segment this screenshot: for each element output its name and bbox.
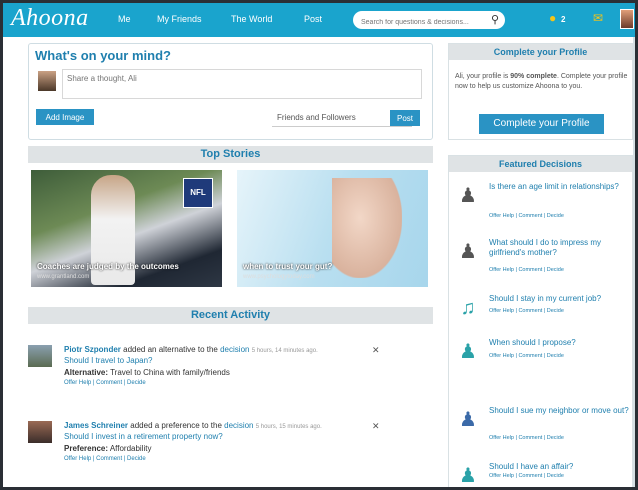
activity-time: 5 hours, 15 minutes ago. <box>255 424 322 430</box>
messages-icon[interactable]: ✉ <box>593 11 603 25</box>
nav-the-world[interactable]: The World <box>231 14 272 24</box>
decision-links[interactable]: Offer Help | Comment | Decide <box>489 267 564 273</box>
notification-count: 2 <box>561 15 566 24</box>
decision-question[interactable]: Should I sue my neighbor or move out? <box>489 406 629 416</box>
activity-target-link[interactable]: decision <box>220 345 249 354</box>
featured-decision[interactable]: ♫ Should I stay in my current job? Offer… <box>457 294 632 324</box>
activity-action: added a preference to the <box>130 421 222 430</box>
recent-activity-header: Recent Activity <box>28 307 433 324</box>
people-icon: ♟ <box>459 185 477 207</box>
audience-value: Friends and Followers <box>277 113 356 122</box>
nav-my-friends[interactable]: My Friends <box>157 14 202 24</box>
activity-user[interactable]: James Schreiner <box>64 421 128 430</box>
activity-value: Affordability <box>109 444 152 453</box>
profile-text-prefix: Ali, your profile is <box>455 73 511 80</box>
complete-profile-button[interactable]: Complete your Profile <box>479 114 604 134</box>
activity-item: Piotr Szponder added an alternative to t… <box>28 345 433 395</box>
post-button[interactable]: Post <box>390 110 420 126</box>
add-image-button[interactable]: Add Image <box>36 109 94 125</box>
featured-decisions-panel: Featured Decisions ♟ Is there an age lim… <box>448 155 633 487</box>
featured-decision[interactable]: ♟ Should I have an affair? Offer Help | … <box>457 462 632 487</box>
activity-question[interactable]: Should I invest in a retirement property… <box>64 432 223 441</box>
user-avatar[interactable] <box>620 9 634 29</box>
my-avatar <box>38 71 56 91</box>
story-source: www.grantland.com <box>37 274 90 280</box>
activity-label: Preference: <box>64 444 109 453</box>
woman-face <box>332 178 402 278</box>
decision-links[interactable]: Offer Help | Comment | Decide <box>489 213 564 219</box>
featured-panel-title: Featured Decisions <box>449 156 632 172</box>
decision-links[interactable]: Offer Help | Comment | Decide <box>489 308 564 314</box>
top-stories-header: Top Stories <box>28 146 433 163</box>
story-card[interactable]: NFL Coaches are judged by the outcomes w… <box>31 170 222 287</box>
user-avatar[interactable] <box>28 421 52 443</box>
profile-panel-title: Complete your Profile <box>449 44 632 60</box>
activity-item: James Schreiner added a preference to th… <box>28 421 433 471</box>
nfl-logo: NFL <box>183 178 213 208</box>
story-caption: when to trust your gut? <box>243 262 333 271</box>
decision-question[interactable]: Should I stay in my current job? <box>489 294 629 304</box>
activity-target-link[interactable]: decision <box>224 421 253 430</box>
search-box: ⚲ <box>353 11 505 32</box>
activity-links[interactable]: Offer Help | Comment | Decide <box>64 380 146 386</box>
scrollbar[interactable] <box>633 37 635 487</box>
activity-question[interactable]: Should I travel to Japan? <box>64 356 153 365</box>
decision-links[interactable]: Offer Help | Comment | Decide <box>489 473 564 479</box>
person-icon: ♟ <box>459 409 477 431</box>
activity-value: Travel to China with family/friends <box>110 368 230 377</box>
featured-decision[interactable]: ♟ Should I sue my neighbor or move out? … <box>457 406 632 446</box>
search-icon[interactable]: ⚲ <box>491 13 499 26</box>
activity-action: added an alternative to the <box>123 345 218 354</box>
story-source: www.psychologytoday.com <box>243 274 315 280</box>
featured-decision[interactable]: ♟ When should I propose? Offer Help | Co… <box>457 338 632 378</box>
people-icon: ♟ <box>459 241 477 263</box>
handshake-icon: ♫ <box>460 297 476 319</box>
composer-title: What's on your mind? <box>35 48 171 63</box>
user-avatar[interactable] <box>28 345 52 367</box>
thought-input[interactable] <box>62 69 422 99</box>
close-icon[interactable]: ✕ <box>372 421 380 432</box>
nav-me[interactable]: Me <box>118 14 131 24</box>
decision-links[interactable]: Offer Help | Comment | Decide <box>489 435 564 441</box>
nav-post[interactable]: Post <box>304 14 322 24</box>
profile-text: Ali, your profile is 90% complete. Compl… <box>455 72 631 92</box>
decision-question[interactable]: What should I do to impress my girlfrien… <box>489 238 629 258</box>
couple-icon: ♟ <box>459 341 477 363</box>
logo[interactable]: Ahoona <box>11 5 89 32</box>
activity-time: 5 hours, 14 minutes ago. <box>251 348 318 354</box>
app-window: Ahoona Me My Friends The World Post ⚲ ● … <box>0 0 638 490</box>
activity-label: Alternative: <box>64 368 109 377</box>
decision-links[interactable]: Offer Help | Comment | Decide <box>489 353 564 359</box>
search-input[interactable] <box>353 13 483 32</box>
story-card[interactable]: when to trust your gut? www.psychologyto… <box>237 170 428 287</box>
complete-profile-panel: Complete your Profile Ali, your profile … <box>448 43 633 140</box>
top-navbar: Ahoona Me My Friends The World Post ⚲ ● … <box>3 3 635 37</box>
profile-percent: 90% complete <box>510 73 557 80</box>
decision-question[interactable]: When should I propose? <box>489 338 629 348</box>
decision-question[interactable]: Should I have an affair? <box>489 462 629 472</box>
story-caption: Coaches are judged by the outcomes <box>37 262 179 271</box>
activity-user[interactable]: Piotr Szponder <box>64 345 121 354</box>
person-icon: ♟ <box>459 465 477 487</box>
close-icon[interactable]: ✕ <box>372 345 380 356</box>
featured-decision[interactable]: ♟ Is there an age limit in relationships… <box>457 182 632 222</box>
activity-links[interactable]: Offer Help | Comment | Decide <box>64 456 146 462</box>
friend-requests-icon[interactable]: ● <box>549 11 556 25</box>
status-composer: What's on your mind? Add Image Friends a… <box>28 43 433 140</box>
featured-decision[interactable]: ♟ What should I do to impress my girlfri… <box>457 238 632 278</box>
decision-question[interactable]: Is there an age limit in relationships? <box>489 182 629 192</box>
